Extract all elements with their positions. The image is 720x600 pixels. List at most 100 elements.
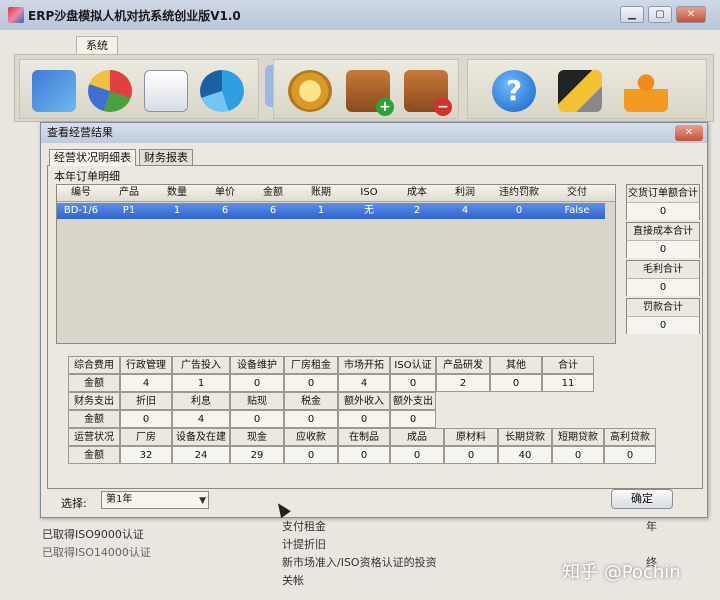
ok-button[interactable]: 确定 — [611, 489, 673, 509]
maximize-button[interactable]: ▢ — [648, 6, 672, 23]
table-cell: 1 — [172, 374, 230, 392]
table-cell: 0 — [390, 446, 444, 464]
table-header-cell: 行政管理 — [120, 356, 172, 374]
tools-icon[interactable] — [558, 70, 602, 112]
minimize-button[interactable]: ▁ — [620, 6, 644, 23]
table-cell: 0 — [604, 446, 656, 464]
year-label: 年 — [646, 520, 657, 533]
table-header-cell: 高利贷款 — [604, 428, 656, 446]
summary-direct-cost: 直接成本合计 0 — [626, 222, 700, 258]
report-document-icon[interactable] — [144, 70, 188, 112]
table-cell: 0 — [390, 374, 436, 392]
col-payment-term[interactable]: 账期 — [297, 185, 345, 201]
table-header-cell: 成品 — [390, 428, 444, 446]
pie-chart-alt-icon[interactable] — [200, 70, 244, 112]
table-cell: 11 — [542, 374, 594, 392]
cell-delivered: False — [564, 205, 590, 216]
summary-value: 0 — [627, 241, 699, 258]
table-header-cell: 额外支出 — [390, 392, 436, 410]
expense-tables: 综合费用 行政管理 广告投入 设备维护 厂房租金 市场开拓 ISO认证 产品研发… — [68, 356, 678, 468]
cell-iso: 无 — [364, 205, 374, 216]
table-cell: 4 — [172, 410, 230, 428]
help-icon[interactable]: ? — [492, 70, 536, 112]
table-header-cell: 厂房 — [120, 428, 172, 446]
toolbar-group-resources: + − — [273, 59, 459, 119]
orders-section-label: 本年订单明细 — [54, 170, 120, 183]
minus-badge-icon: − — [434, 98, 452, 116]
col-penalty[interactable]: 违约罚款 — [489, 185, 549, 201]
table-header-cell: 利息 — [172, 392, 230, 410]
table-header-cell: 短期贷款 — [552, 428, 604, 446]
coins-icon[interactable] — [288, 70, 332, 112]
title-bar: ERP沙盘模拟人机对抗系统创业版V1.0 ▁ ▢ ✕ — [0, 0, 720, 30]
tab-financial-report[interactable]: 财务报表 — [139, 149, 193, 165]
table-row-label: 金额 — [68, 410, 120, 428]
add-box-icon[interactable]: + — [346, 70, 394, 116]
table-header-cell: 额外收入 — [338, 392, 390, 410]
col-order-id[interactable]: 编号 — [57, 185, 105, 201]
app-logo-icon — [8, 7, 24, 23]
step-depreciation: 计提折旧 — [282, 538, 326, 551]
status-iso9000: 已取得ISO9000认证 — [42, 528, 144, 541]
col-profit[interactable]: 利润 — [441, 185, 489, 201]
table-header-cell: 税金 — [284, 392, 338, 410]
table-cell: 4 — [338, 374, 390, 392]
col-iso[interactable]: ISO — [345, 185, 393, 201]
table-cell: 0 — [230, 374, 284, 392]
table-cell: 0 — [284, 446, 338, 464]
table-header-cell: 运营状况 — [68, 428, 120, 446]
table-cell: 0 — [120, 410, 172, 428]
table-header-cell: 其他 — [490, 356, 542, 374]
table-header-cell: 长期贷款 — [498, 428, 552, 446]
cell-profit: 4 — [461, 205, 469, 216]
remove-box-icon[interactable]: − — [404, 70, 452, 116]
table-cell: 0 — [284, 374, 338, 392]
table-header-cell: 在制品 — [338, 428, 390, 446]
summary-value: 0 — [627, 317, 699, 334]
table-header-cell: 合计 — [542, 356, 594, 374]
col-cost[interactable]: 成本 — [393, 185, 441, 201]
table-row-label: 金额 — [68, 374, 120, 392]
col-quantity[interactable]: 数量 — [153, 185, 201, 201]
table-header-cell: 广告投入 — [172, 356, 230, 374]
table-header-cell: ISO认证 — [390, 356, 436, 374]
table-cell: 24 — [172, 446, 230, 464]
tab-panel-operating-detail: 本年订单明细 编号 产品 数量 单价 金额 账期 ISO 成本 利润 违约罚款 … — [47, 165, 703, 489]
col-amount[interactable]: 金额 — [249, 185, 297, 201]
operating-results-dialog: 查看经营结果 ✕ 经营状况明细表 财务报表 本年订单明细 编号 产品 数量 单价… — [40, 122, 708, 518]
year-select-value: 第1年 — [106, 494, 133, 505]
close-button[interactable]: ✕ — [676, 6, 706, 23]
cell-unit-price: 6 — [221, 205, 229, 216]
table-cell: 0 — [490, 374, 542, 392]
table-header-cell: 贴现 — [230, 392, 284, 410]
dialog-close-button[interactable]: ✕ — [675, 125, 703, 141]
table-header-cell: 厂房租金 — [284, 356, 338, 374]
tab-operating-detail[interactable]: 经营状况明细表 — [49, 149, 136, 166]
toolbar-group-help: ? — [467, 59, 707, 119]
summary-penalties: 罚款合计 0 — [626, 298, 700, 334]
col-delivered[interactable]: 交付 — [549, 185, 605, 201]
table-cell: 4 — [120, 374, 172, 392]
chevron-down-icon: ▼ — [199, 496, 206, 506]
cell-payment-term: 1 — [317, 205, 325, 216]
table-header-cell: 设备及在建 — [172, 428, 230, 446]
col-product[interactable]: 产品 — [105, 185, 153, 201]
table-row[interactable]: BD-1/6 P1 1 6 6 1 无 2 4 0 False — [57, 203, 605, 219]
table-header-cell: 财务支出 — [68, 392, 120, 410]
year-select-label: 选择: — [61, 497, 87, 510]
person-icon[interactable] — [624, 70, 668, 112]
dialog-title: 查看经营结果 — [41, 123, 707, 143]
year-select[interactable]: 第1年 ▼ — [101, 491, 209, 509]
orders-grid-header: 编号 产品 数量 单价 金额 账期 ISO 成本 利润 违约罚款 交付 — [57, 185, 615, 202]
table-cell: 2 — [436, 374, 490, 392]
step-market-iso-investment: 新市场准入/ISO资格认证的投资 — [282, 556, 437, 569]
table-cell: 0 — [552, 446, 604, 464]
tab-system[interactable]: 系统 — [76, 36, 118, 54]
col-unit-price[interactable]: 单价 — [201, 185, 249, 201]
pie-chart-icon[interactable] — [88, 70, 132, 112]
table-header-cell: 现金 — [230, 428, 284, 446]
cell-cost: 2 — [413, 205, 421, 216]
window-title: ERP沙盘模拟人机对抗系统创业版V1.0 — [28, 8, 241, 23]
analysis-chart-icon[interactable] — [32, 70, 76, 112]
orders-grid: 编号 产品 数量 单价 金额 账期 ISO 成本 利润 违约罚款 交付 BD-1… — [56, 184, 616, 344]
